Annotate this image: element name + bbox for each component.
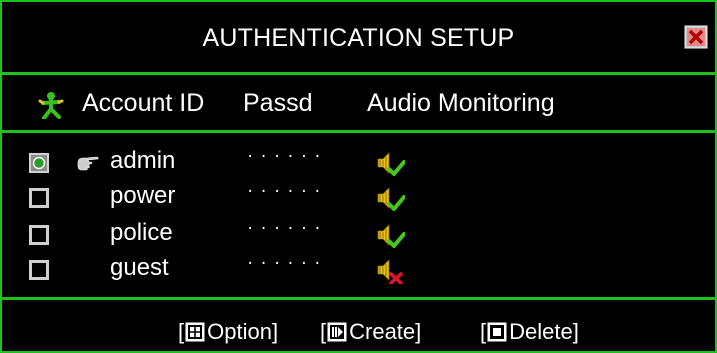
delete-label: Delete]	[509, 319, 579, 344]
pointing-hand-icon	[77, 156, 99, 171]
checkbox-icon[interactable]	[29, 225, 49, 245]
divider-header	[2, 130, 715, 133]
auth-setup-dialog: AUTHENTICATION SETUP Account ID Passd Au…	[0, 0, 717, 353]
divider-top	[2, 72, 715, 75]
account-name: admin	[110, 147, 176, 174]
option-open-bracket: [	[178, 319, 185, 344]
stop-icon	[487, 322, 507, 342]
checkbox-icon[interactable]	[29, 188, 49, 208]
grid-icon	[185, 322, 205, 342]
password-mask: ······	[246, 221, 327, 237]
password-mask: ······	[246, 256, 327, 272]
play-pause-icon	[327, 322, 347, 342]
account-name: power	[110, 182, 176, 209]
option-label: Option]	[207, 319, 279, 344]
delete-button[interactable]: [ Delete]	[480, 318, 579, 346]
create-button[interactable]: [ Create]	[320, 318, 421, 346]
checkbox-icon[interactable]	[29, 260, 49, 280]
close-icon[interactable]	[684, 25, 708, 49]
header-account-id: Account ID	[82, 89, 205, 117]
table-row[interactable]: guest ······	[2, 254, 715, 288]
user-icon	[38, 92, 64, 119]
speaker-muted-icon[interactable]	[375, 258, 405, 284]
radio-selected-icon[interactable]	[29, 153, 49, 173]
divider-bottom	[2, 297, 715, 300]
table-row[interactable]: power ······	[2, 182, 715, 216]
speaker-enabled-icon[interactable]	[375, 186, 405, 212]
dialog-title: AUTHENTICATION SETUP	[202, 24, 515, 52]
table-row[interactable]: police ······	[2, 219, 715, 253]
table-row[interactable]: admin ······	[2, 147, 715, 181]
speaker-enabled-icon[interactable]	[375, 151, 405, 177]
header-audio-monitoring: Audio Monitoring	[367, 89, 555, 117]
option-button[interactable]: [ Option]	[178, 318, 278, 346]
account-name: police	[110, 219, 173, 246]
delete-open-bracket: [	[480, 319, 487, 344]
create-open-bracket: [	[320, 319, 327, 344]
speaker-enabled-icon[interactable]	[375, 223, 405, 249]
password-mask: ······	[246, 149, 327, 165]
password-mask: ······	[246, 184, 327, 200]
header-password: Passd	[243, 89, 313, 117]
account-name: guest	[110, 254, 169, 281]
create-label: Create]	[349, 319, 422, 344]
